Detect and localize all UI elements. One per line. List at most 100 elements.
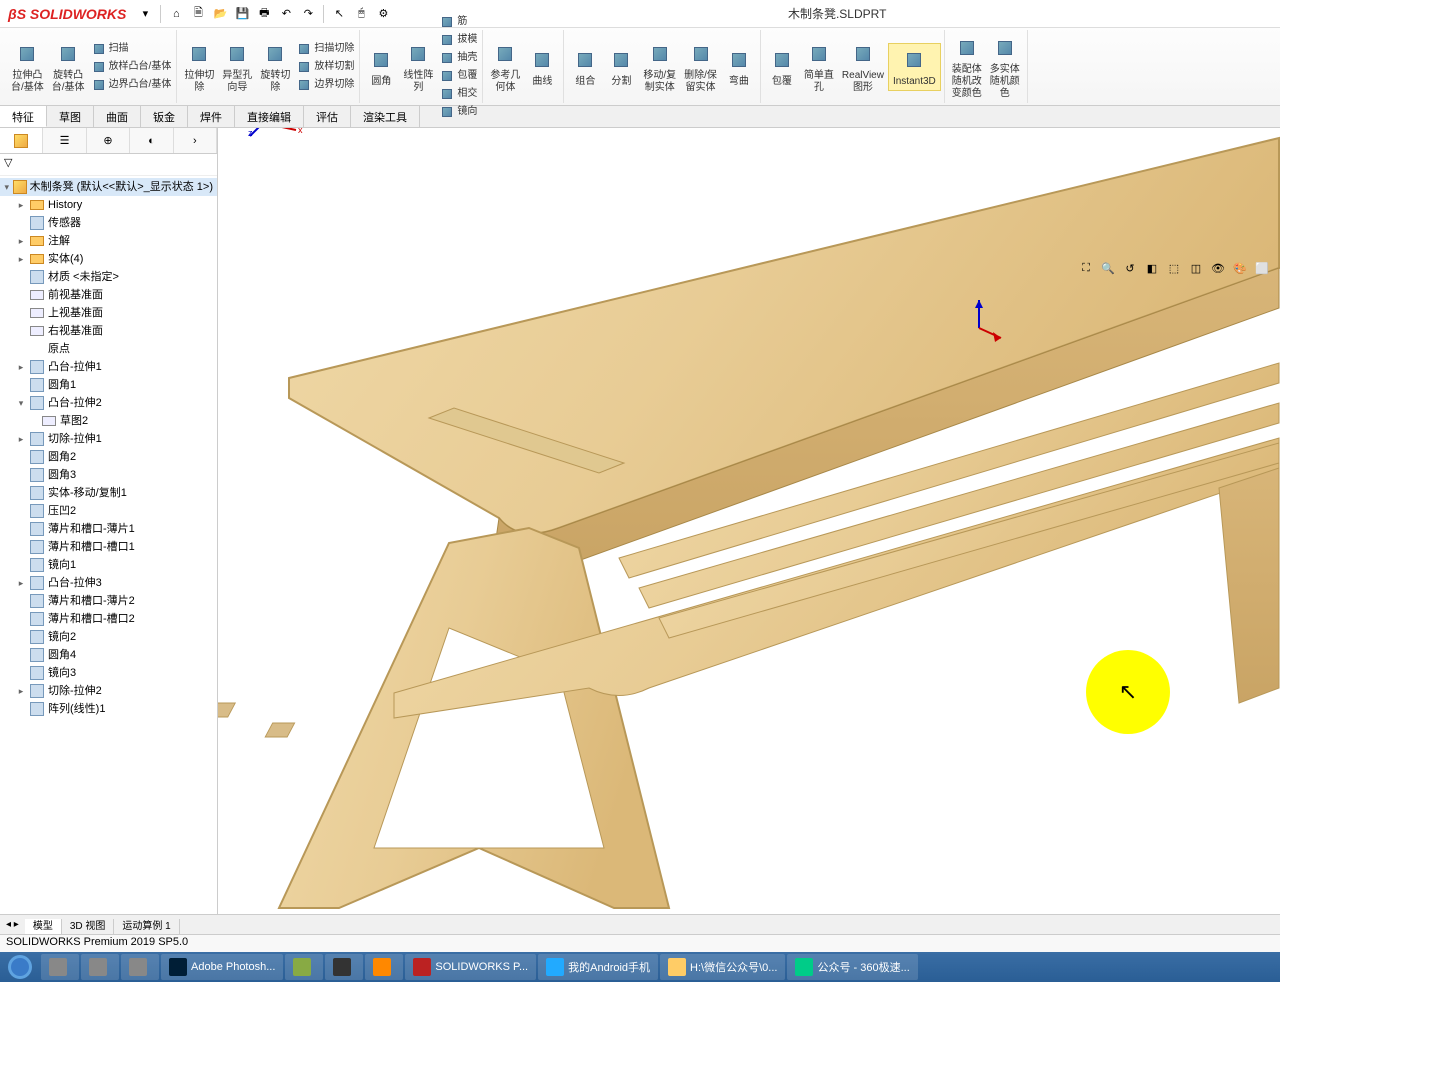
expand-icon[interactable]: ▸ [16,431,26,447]
expand-icon[interactable]: ▸ [16,359,26,375]
command-tab[interactable]: 直接编辑 [235,106,304,127]
tree-item[interactable]: ▸凸台-拉伸1 [0,358,217,376]
tree-item[interactable]: 圆角2 [0,448,217,466]
tree-item[interactable]: ▾凸台-拉伸2 [0,394,217,412]
ribbon-button[interactable]: 线性阵 列 [399,38,437,96]
config-tab[interactable]: ⊕ [87,128,130,153]
tree-item[interactable]: ▸History [0,196,217,214]
expand-icon[interactable]: ▸ [16,233,26,249]
motion-tab[interactable]: 运动算例 1 [114,919,179,934]
ribbon-button[interactable]: 曲线 [524,44,560,90]
ribbon-button[interactable]: 参考几 何体 [486,38,524,96]
tab-nav-icon[interactable]: ◂ ▸ [0,919,25,930]
tree-item[interactable]: ▸实体(4) [0,250,217,268]
taskbar-item[interactable]: 公众号 - 360极速... [787,954,917,980]
taskbar-item[interactable]: SOLIDWORKS P... [405,954,536,980]
command-tab[interactable]: 评估 [304,106,351,127]
tree-item[interactable]: ▸凸台-拉伸3 [0,574,217,592]
taskbar-item[interactable]: Adobe Photosh... [161,954,283,980]
save-icon[interactable]: 💾 [231,3,253,25]
ribbon-button-small[interactable]: 镜向 [437,103,479,121]
select-icon[interactable]: ↖ [328,3,350,25]
tree-item[interactable]: 上视基准面 [0,304,217,322]
ribbon-button-small[interactable]: 放样切割 [294,58,356,76]
ribbon-button[interactable]: 删除/保 留实体 [680,38,721,96]
motion-tab[interactable]: 3D 视图 [62,919,115,934]
rebuild-icon[interactable]: 🖱 [350,3,372,25]
tree-item[interactable]: ▸切除-拉伸2 [0,682,217,700]
tree-item[interactable]: 阵列(线性)1 [0,700,217,718]
ribbon-button[interactable]: 移动/复 制实体 [639,38,680,96]
ribbon-button[interactable]: 装配体 随机改 变颜色 [948,32,986,102]
print-icon[interactable]: 🖶 [253,3,275,25]
expand-tab[interactable]: › [174,128,217,153]
tree-item[interactable]: ▸注解 [0,232,217,250]
ribbon-button[interactable]: 简单直 孔 [800,38,838,96]
taskbar-item[interactable]: H:\微信公众号\0... [660,954,785,980]
ribbon-button-small[interactable]: 筋 [437,13,479,31]
ribbon-button[interactable]: 异型孔 向导 [218,38,256,96]
expand-icon[interactable]: ▸ [16,683,26,699]
ribbon-button[interactable]: 旋转切 除 [256,38,294,96]
command-tab[interactable]: 曲面 [94,106,141,127]
tree-item[interactable]: 薄片和槽口-薄片1 [0,520,217,538]
command-tab[interactable]: 钣金 [141,106,188,127]
tree-item[interactable]: 圆角3 [0,466,217,484]
ribbon-button[interactable]: 拉伸切 除 [180,38,218,96]
feature-tree-tab[interactable] [0,128,43,153]
tree-item[interactable]: 草图2 [0,412,217,430]
ribbon-button-small[interactable]: 放样凸台/基体 [89,58,174,76]
taskbar-item[interactable] [325,954,363,980]
redo-icon[interactable]: ↷ [297,3,319,25]
motion-tab[interactable]: 模型 [25,919,62,934]
expand-icon[interactable]: ▾ [16,395,26,411]
tree-item[interactable]: 薄片和槽口-槽口1 [0,538,217,556]
ribbon-button[interactable]: 旋转凸 台/基体 [48,38,89,96]
taskbar-item[interactable] [121,954,159,980]
options-icon[interactable]: ⚙ [372,3,394,25]
ribbon-button[interactable]: 包覆 [764,44,800,90]
property-tab[interactable]: ☰ [43,128,86,153]
tree-item[interactable]: 右视基准面 [0,322,217,340]
undo-icon[interactable]: ↶ [275,3,297,25]
expand-icon[interactable]: ▸ [16,197,26,213]
ribbon-button-small[interactable]: 扫描 [89,40,174,58]
ribbon-button-small[interactable]: 包覆 [437,67,479,85]
tree-item[interactable]: ▸切除-拉伸1 [0,430,217,448]
tree-item[interactable]: 前视基准面 [0,286,217,304]
start-button[interactable] [0,952,40,982]
ribbon-button[interactable]: 组合 [567,44,603,90]
tree-item[interactable]: 圆角1 [0,376,217,394]
new-icon[interactable]: 🗎 [187,3,209,25]
ribbon-button[interactable]: 弯曲 [721,44,757,90]
ribbon-button-small[interactable]: 边界凸台/基体 [89,76,174,94]
ribbon-button[interactable]: 拉伸凸 台/基体 [7,38,48,96]
command-tab[interactable]: 草图 [47,106,94,127]
command-tab[interactable]: 渲染工具 [351,106,420,127]
tree-filter[interactable]: ▽ [0,154,217,176]
taskbar-item[interactable] [285,954,323,980]
graphics-viewport[interactable]: ⛶ 🔍 ↺ ◧ ⬚ ◫ 👁 🎨 ⬜ [218,128,1280,914]
ribbon-button-small[interactable]: 边界切除 [294,76,356,94]
command-tab[interactable]: 特征 [0,106,47,127]
taskbar-item[interactable] [365,954,403,980]
ribbon-button[interactable]: RealView 图形 [838,38,888,96]
ribbon-button-small[interactable]: 拔模 [437,31,479,49]
ribbon-button-small[interactable]: 相交 [437,85,479,103]
ribbon-button[interactable]: Instant3D [888,43,941,91]
tree-root[interactable]: ▾ 木制条凳 (默认<<默认>_显示状态 1>) [0,178,217,196]
tree-item[interactable]: 镜向1 [0,556,217,574]
tree-item[interactable]: 薄片和槽口-槽口2 [0,610,217,628]
taskbar-item[interactable] [41,954,79,980]
tree-item[interactable]: 薄片和槽口-薄片2 [0,592,217,610]
tree-item[interactable]: 镜向2 [0,628,217,646]
tree-item[interactable]: 压凹2 [0,502,217,520]
dropdown-icon[interactable]: ▾ [134,3,156,25]
home-icon[interactable]: ⌂ [165,3,187,25]
ribbon-button-small[interactable]: 抽壳 [437,49,479,67]
ribbon-button[interactable]: 分割 [603,44,639,90]
collapse-icon[interactable]: ▾ [4,179,10,195]
expand-icon[interactable]: ▸ [16,251,26,267]
ribbon-button-small[interactable]: 扫描切除 [294,40,356,58]
tree-item[interactable]: 镜向3 [0,664,217,682]
